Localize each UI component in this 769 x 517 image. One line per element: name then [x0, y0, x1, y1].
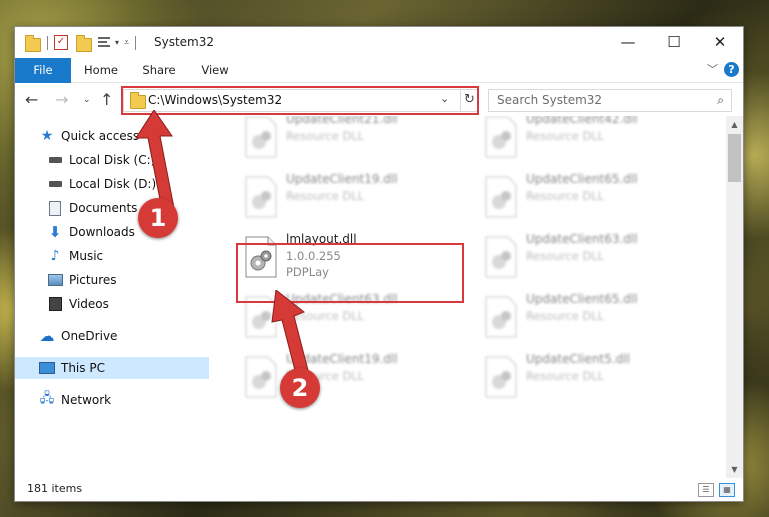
list-item[interactable]: UpdateClient65.dll Resource DLL [478, 290, 698, 342]
details-view-icon[interactable]: ☰ [698, 483, 714, 497]
search-placeholder: Search System32 [497, 93, 603, 107]
sidebar-item-onedrive[interactable]: ☁ OneDrive [15, 325, 233, 347]
music-icon: ♪ [50, 248, 60, 264]
ribbon-tabs: File Home Share View ﹀ ? [15, 58, 743, 110]
list-item[interactable]: UpdateClient5.dll Resource DLL [478, 350, 698, 402]
sidebar-item-downloads[interactable]: ⬇ Downloads 📌 [15, 221, 241, 243]
sidebar-item-label: Quick access [61, 129, 140, 143]
back-arrow-icon[interactable]: ← [25, 90, 38, 109]
maximize-button[interactable]: ☐ [651, 27, 697, 58]
computer-icon [39, 360, 55, 376]
scrollbar-thumb[interactable] [728, 134, 741, 182]
file-name: UpdateClient65.dll [526, 292, 638, 306]
file-type: Resource DLL [286, 129, 365, 143]
drive-icon [47, 176, 63, 192]
item-count: 181 items [27, 482, 83, 495]
file-type: Resource DLL [526, 309, 605, 323]
file-type: Resource DLL [526, 129, 605, 143]
up-arrow-icon[interactable]: ↑ [100, 90, 113, 109]
file-name: UpdateClient21.dll [286, 116, 398, 126]
scroll-up-icon[interactable]: ▲ [726, 116, 743, 133]
star-icon: ★ [40, 128, 54, 144]
sidebar-item-label: Downloads [69, 225, 135, 239]
forward-arrow-icon[interactable]: → [55, 90, 68, 109]
quick-access-toolbar: ✓ ▾ ⩡ [25, 34, 142, 52]
dll-file-icon [485, 296, 517, 338]
search-input[interactable]: Search System32 ⌕ [488, 89, 732, 112]
status-bar: 181 items ☰ ▦ [15, 478, 743, 501]
navigation-bar: ← → ⌄ ↑ C:\Windows\System32 ⌄ ↻ Search S… [15, 83, 743, 116]
folder-icon[interactable] [25, 34, 41, 52]
sidebar-item-videos[interactable]: Videos 📌 [15, 293, 241, 315]
sidebar-item-label: OneDrive [61, 329, 118, 343]
list-item[interactable]: UpdateClient19.dll Resource DLL [238, 170, 458, 222]
sidebar-item-pictures[interactable]: Pictures 📌 [15, 269, 241, 291]
tab-share[interactable]: Share [135, 58, 183, 82]
scroll-down-icon[interactable]: ▼ [726, 461, 743, 478]
list-item[interactable]: UpdateClient42.dll Resource DLL [478, 116, 698, 162]
minimize-button[interactable]: — [605, 27, 651, 58]
toolbar-divider [47, 35, 48, 50]
sidebar-item-quick-access[interactable]: ★ Quick access [15, 125, 233, 147]
pictures-icon [47, 272, 63, 288]
properties-check-icon[interactable]: ✓ [54, 35, 68, 50]
dll-file-icon [485, 356, 517, 398]
sidebar-item-label: Music [69, 249, 104, 263]
file-type: Resource DLL [526, 189, 605, 203]
drive-icon [47, 152, 63, 168]
file-type: Resource DLL [526, 369, 605, 383]
sidebar-item-label: Documents [69, 201, 138, 215]
customize-icon[interactable] [98, 36, 112, 49]
list-item[interactable]: UpdateClient21.dll Resource DLL [238, 116, 458, 162]
close-button[interactable]: ✕ [697, 27, 743, 58]
sidebar-item-label: Videos [69, 297, 109, 311]
file-name: UpdateClient5.dll [526, 352, 630, 366]
expand-ribbon-icon[interactable]: ﹀ [707, 61, 718, 77]
tab-home[interactable]: Home [77, 58, 125, 82]
sidebar-item-label: Pictures [69, 273, 117, 287]
file-explorer-window: ✓ ▾ ⩡ System32 — ☐ ✕ File Home Share Vie… [15, 27, 743, 501]
step-1-badge: 1 [138, 198, 178, 238]
large-icons-view-icon[interactable]: ▦ [719, 483, 735, 497]
file-type: Resource DLL [286, 189, 365, 203]
sidebar-item-local-disk-d[interactable]: Local Disk (D:) 📌 [15, 173, 241, 195]
vertical-scrollbar[interactable]: ▲ ▼ [726, 116, 743, 478]
new-folder-icon[interactable] [76, 34, 92, 52]
window-title: System32 [154, 35, 215, 49]
sidebar-item-local-disk-c[interactable]: Local Disk (C:) 📌 [15, 149, 241, 171]
file-name: UpdateClient63.dll [526, 232, 638, 246]
sidebar-item-music[interactable]: ♪ Music 📌 [15, 245, 241, 267]
download-icon: ⬇ [48, 223, 62, 241]
dll-file-icon [485, 236, 517, 278]
network-icon: 🖧 [39, 391, 55, 406]
sidebar-item-label: This PC [61, 361, 105, 375]
cloud-icon: ☁ [39, 327, 55, 345]
sidebar-item-network[interactable]: 🖧 Network [15, 389, 233, 411]
file-name: UpdateClient42.dll [526, 116, 638, 126]
recent-locations-chevron-icon[interactable]: ⌄ [83, 95, 91, 105]
help-icon[interactable]: ? [724, 62, 739, 77]
sidebar-item-this-pc[interactable]: This PC [15, 357, 209, 379]
dll-file-icon [245, 176, 277, 218]
file-type: Resource DLL [526, 249, 605, 263]
list-item[interactable]: UpdateClient63.dll Resource DLL [478, 230, 698, 282]
step-2-badge: 2 [280, 368, 320, 408]
title-divider [135, 35, 137, 50]
documents-icon [47, 200, 63, 216]
tab-view[interactable]: View [191, 58, 239, 82]
title-bar: ✓ ▾ ⩡ System32 — ☐ ✕ [15, 27, 743, 58]
list-item[interactable]: UpdateClient65.dll Resource DLL [478, 170, 698, 222]
qa-customize-dropdown-icon[interactable]: ⩡ [124, 38, 129, 48]
search-icon[interactable]: ⌕ [717, 93, 724, 108]
chevron-down-icon[interactable]: ▾ [115, 38, 119, 47]
file-name: UpdateClient19.dll [286, 172, 398, 186]
dll-file-icon [485, 116, 517, 158]
sidebar-item-label: Network [61, 393, 112, 407]
dll-file-icon [245, 116, 277, 158]
videos-icon [47, 296, 63, 312]
file-name: UpdateClient65.dll [526, 172, 638, 186]
dll-file-icon [485, 176, 517, 218]
sidebar-item-documents[interactable]: Documents 📌 [15, 197, 241, 219]
